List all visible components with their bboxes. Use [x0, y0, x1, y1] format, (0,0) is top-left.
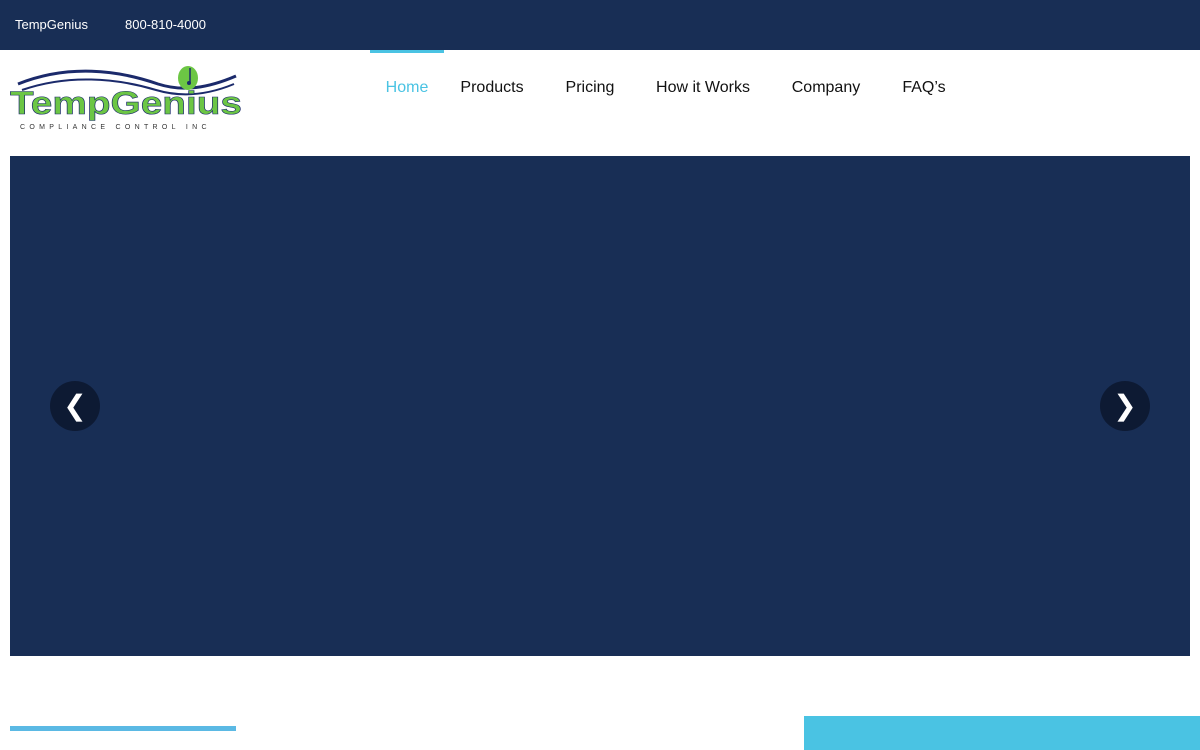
- logo-tagline: COMPLIANCE CONTROL INC: [20, 124, 211, 131]
- cta-panel: [804, 716, 1200, 750]
- nav-how-it-works[interactable]: How it Works: [648, 50, 758, 125]
- top-bar: TempGenius 800-810-4000: [0, 0, 1200, 50]
- slider-prev-button[interactable]: ❮: [50, 381, 100, 431]
- nav-products[interactable]: Products: [444, 50, 540, 125]
- tempgenius-logo[interactable]: TempGenius COMPLIANCE CONTROL INC: [8, 62, 248, 134]
- chevron-left-icon: ❮: [63, 389, 87, 422]
- topbar-brand[interactable]: TempGenius: [15, 17, 88, 32]
- hero-slider: ❮ ❯: [10, 156, 1190, 656]
- section-accent-line: [10, 726, 236, 731]
- topbar-phone[interactable]: 800-810-4000: [125, 17, 206, 32]
- nav-pricing[interactable]: Pricing: [550, 50, 630, 125]
- nav-home[interactable]: Home: [370, 50, 444, 125]
- logo-wordmark: TempGenius: [10, 85, 242, 121]
- slider-next-button[interactable]: ❯: [1100, 381, 1150, 431]
- site-header: TempGenius COMPLIANCE CONTROL INC Home P…: [0, 50, 1200, 156]
- nav-company[interactable]: Company: [782, 50, 870, 125]
- nav-faqs[interactable]: FAQ’s: [892, 50, 956, 125]
- chevron-right-icon: ❯: [1113, 389, 1137, 422]
